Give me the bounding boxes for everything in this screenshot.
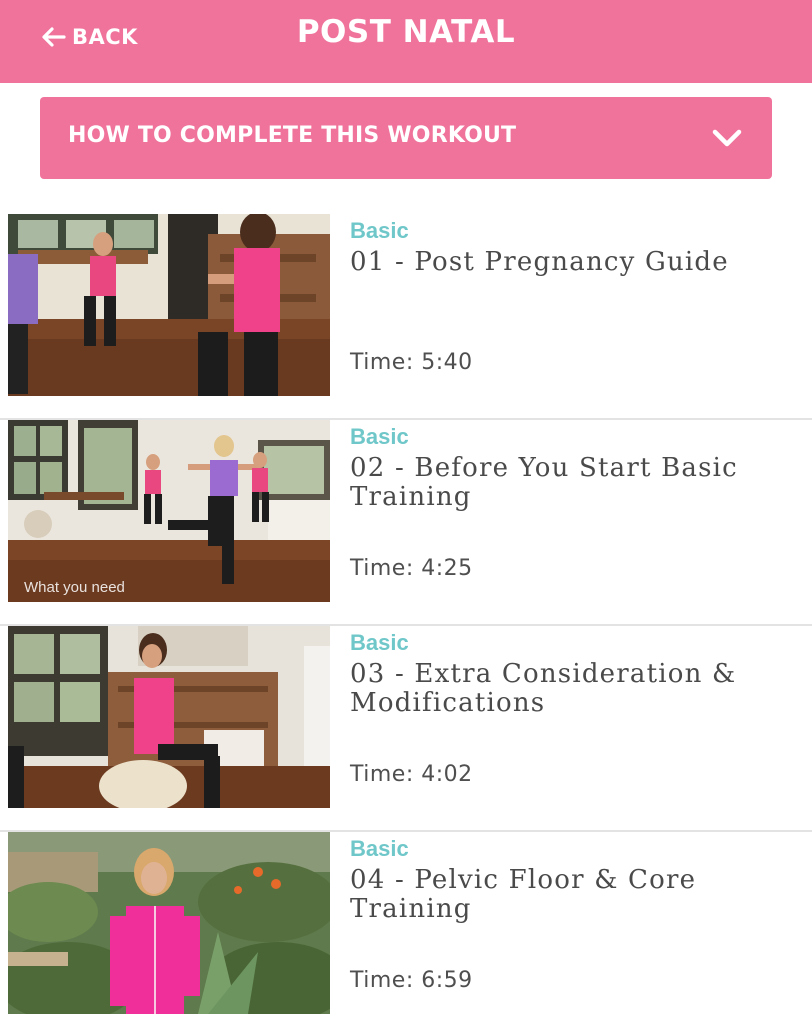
thumbnail-caption: What you need <box>24 579 125 596</box>
video-thumbnail[interactable] <box>8 832 330 1014</box>
video-duration: Time: 5:40 <box>350 350 473 375</box>
video-thumbnail[interactable]: What you need <box>8 420 330 602</box>
video-list-item[interactable]: Basic 03 - Extra Consideration & Modific… <box>0 626 812 832</box>
video-thumbnail[interactable] <box>8 626 330 808</box>
video-title: 03 - Extra Consideration & Modifications <box>350 659 737 718</box>
video-title: 02 - Before You Start Basic Training <box>350 453 738 512</box>
how-to-complete-dropdown[interactable]: HOW TO COMPLETE THIS WORKOUT <box>40 97 772 179</box>
level-label: Basic <box>350 630 409 655</box>
video-duration: Time: 6:59 <box>350 968 473 993</box>
page-title: POST NATAL <box>296 14 516 50</box>
header-bar: BACK POST NATAL <box>0 0 812 83</box>
video-title: 04 - Pelvic Floor & Core Training <box>350 865 697 924</box>
video-duration: Time: 4:02 <box>350 762 473 787</box>
video-title: 01 - Post Pregnancy Guide <box>350 247 729 277</box>
level-label: Basic <box>350 218 409 243</box>
video-duration: Time: 4:25 <box>350 556 473 581</box>
level-label: Basic <box>350 836 409 861</box>
video-list-item[interactable]: Basic 04 - Pelvic Floor & Core Training … <box>0 832 812 1024</box>
video-list-item[interactable]: What you need Basic 02 - Before You Star… <box>0 420 812 626</box>
how-to-complete-label: HOW TO COMPLETE THIS WORKOUT <box>68 123 517 148</box>
chevron-down-icon <box>712 129 742 147</box>
video-thumbnail[interactable] <box>8 214 330 396</box>
video-list-item[interactable]: Basic 01 - Post Pregnancy Guide Time: 5:… <box>0 214 812 420</box>
level-label: Basic <box>350 424 409 449</box>
